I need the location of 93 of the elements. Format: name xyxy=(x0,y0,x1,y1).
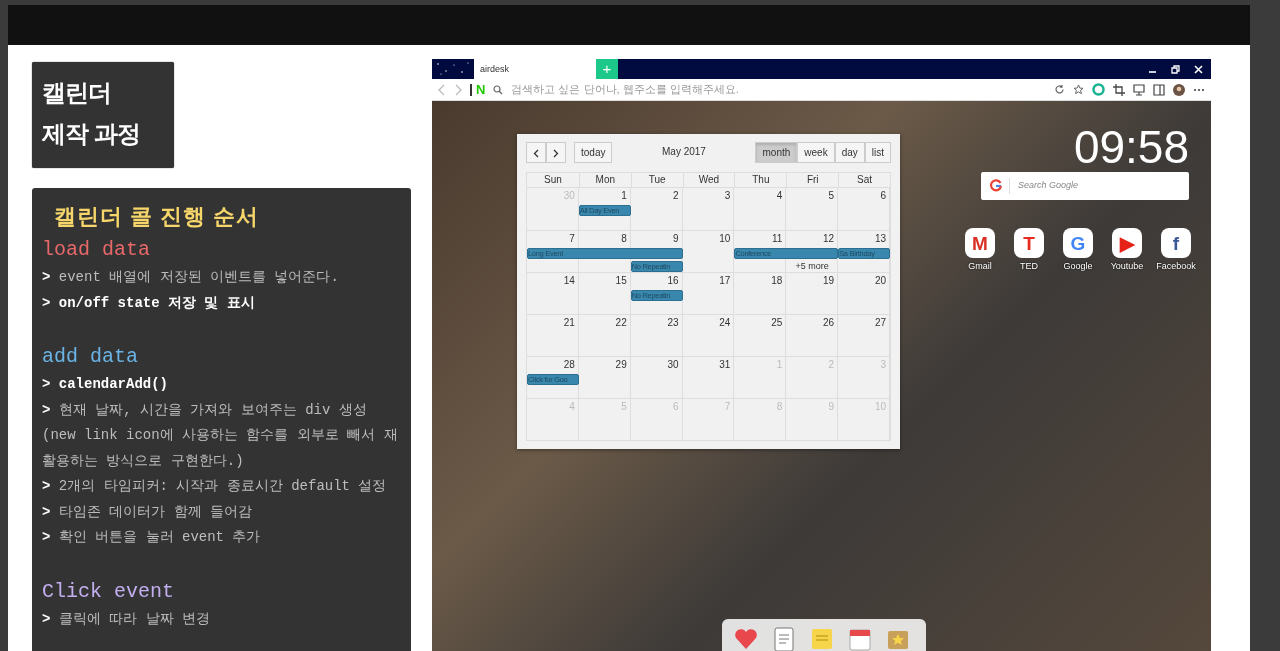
day-number[interactable]: 23 xyxy=(667,315,683,331)
view-tab[interactable]: day xyxy=(834,142,865,163)
shortcut-icon: f xyxy=(1161,228,1191,258)
note-line: (new link icon에 사용하는 함수를 외부로 빼서 재활용하는 방식으로 구현한다.) xyxy=(42,426,399,471)
search-icon xyxy=(493,84,504,95)
shortcut-icon: T xyxy=(1014,228,1044,258)
weekday-header: Tue xyxy=(630,173,683,187)
calendar-title: May 2017 xyxy=(661,145,707,159)
notes-heading: 캘린더 콜 진행 순서 xyxy=(54,203,261,231)
day-number[interactable]: 15 xyxy=(615,273,631,289)
note-line: > 클릭에 따라 날짜 변경 xyxy=(42,609,211,629)
section-title: add data xyxy=(42,344,139,370)
day-number[interactable]: 14 xyxy=(563,273,579,289)
shortcut-label: Gmail xyxy=(968,260,992,273)
day-number[interactable]: 9 xyxy=(673,231,683,247)
day-number[interactable]: 5 xyxy=(828,188,839,204)
day-number[interactable]: 25 xyxy=(771,315,787,331)
sidebar-icon[interactable] xyxy=(1153,83,1165,96)
today-button[interactable]: today xyxy=(574,142,613,163)
day-number[interactable]: 18 xyxy=(771,273,787,289)
clock-time: 09:58 xyxy=(1073,122,1189,172)
shortcut-icon: ▶ xyxy=(1112,228,1142,258)
day-number[interactable]: 29 xyxy=(615,357,631,373)
section-title: Click event xyxy=(42,578,176,605)
day-number[interactable]: 11 xyxy=(771,231,787,247)
note-line: > 확인 버튼을 눌러 event 추가 xyxy=(42,528,262,547)
day-number[interactable]: 2 xyxy=(673,188,683,204)
reader-icon[interactable] xyxy=(1133,83,1145,96)
weekday-header: Sat xyxy=(838,173,890,187)
day-number[interactable]: 13 xyxy=(874,231,890,247)
note-line: > on/off state 저장 및 표시 xyxy=(42,293,256,313)
shortcut-label: TED xyxy=(1020,260,1038,273)
chevron-right-icon xyxy=(553,148,559,158)
title-line: 제작 과정 xyxy=(42,119,141,149)
address-field[interactable]: 검색하고 싶은 단어나, 웹주소를 입력해주세요. xyxy=(511,81,1046,98)
extension-icon[interactable] xyxy=(1092,83,1105,96)
note-line: > 타임존 데이터가 함께 들어감 xyxy=(42,502,253,522)
shortcut-label: Youtube xyxy=(1110,260,1144,273)
day-number[interactable]: 20 xyxy=(874,273,890,289)
view-tab[interactable]: month xyxy=(755,142,798,163)
browser-tab[interactable]: airdesk xyxy=(474,59,596,79)
day-number[interactable]: 1 xyxy=(621,188,631,204)
note-line: > calendarAdd() xyxy=(42,375,170,394)
restore-icon[interactable] xyxy=(1171,64,1180,74)
day-number[interactable]: 16 xyxy=(667,273,683,289)
shortcut-icon: M xyxy=(965,228,995,258)
shortcut-link[interactable]: M Gmail xyxy=(964,228,996,274)
day-number[interactable]: 28 xyxy=(563,357,579,373)
day-number[interactable]: 12 xyxy=(823,231,839,247)
star-icon[interactable] xyxy=(1073,84,1084,95)
more-link[interactable]: +5 more xyxy=(786,260,839,273)
avatar-icon[interactable] xyxy=(1173,83,1185,96)
shortcut-icon: G xyxy=(1063,228,1093,258)
note-line: > 현재 날짜, 시간을 가져와 보여주는 div 생성 xyxy=(42,400,368,420)
google-icon xyxy=(989,179,1003,193)
day-number[interactable]: 24 xyxy=(719,315,735,331)
day-number[interactable]: 19 xyxy=(823,273,839,289)
view-tab[interactable]: week xyxy=(797,142,835,163)
more-icon[interactable] xyxy=(1193,87,1205,92)
search-bar[interactable]: Search Google xyxy=(981,172,1189,200)
chevron-left-icon xyxy=(533,148,539,158)
shortcut-link[interactable]: ▶ Youtube xyxy=(1111,228,1143,274)
day-number[interactable]: 22 xyxy=(615,315,631,331)
close-icon[interactable] xyxy=(1194,64,1203,74)
weekday-header: Mon xyxy=(578,173,631,187)
weekday-header: Sun xyxy=(543,173,563,187)
shortcut-label: Google xyxy=(1063,260,1093,273)
day-number[interactable]: 27 xyxy=(874,315,890,331)
day-number[interactable]: 6 xyxy=(880,188,890,204)
weekday-header: Wed xyxy=(682,173,735,187)
weekday-header: Thu xyxy=(734,173,787,187)
note-line: > 2개의 타임피커: 시작과 종료시간 default 설정 xyxy=(42,477,388,496)
day-number[interactable]: 30 xyxy=(667,357,683,373)
note-line: > event 배열에 저장된 이벤트를 넣어준다. xyxy=(42,268,340,287)
reload-icon[interactable] xyxy=(1054,84,1065,95)
crop-icon[interactable] xyxy=(1113,83,1125,96)
day-number[interactable]: 8 xyxy=(621,231,631,247)
day-number[interactable]: 21 xyxy=(563,315,579,331)
day-number[interactable]: 4 xyxy=(776,188,787,204)
section-title: load data xyxy=(42,237,152,263)
weekday-header: Fri xyxy=(786,173,839,187)
search-field[interactable]: Search Google xyxy=(1009,178,1181,194)
title-line: 캘린더 xyxy=(42,78,112,108)
day-number[interactable]: 7 xyxy=(569,231,579,247)
day-number[interactable]: 26 xyxy=(823,315,839,331)
day-number[interactable]: 3 xyxy=(724,188,735,204)
day-number[interactable]: 10 xyxy=(719,231,735,247)
shortcut-link[interactable]: G Google xyxy=(1062,228,1094,274)
day-number[interactable]: 31 xyxy=(719,357,735,373)
shortcut-label: Facebook xyxy=(1156,260,1196,273)
day-number[interactable]: 17 xyxy=(719,273,735,289)
view-tab[interactable]: list xyxy=(864,142,891,163)
shortcut-link[interactable]: T TED xyxy=(1013,228,1045,274)
